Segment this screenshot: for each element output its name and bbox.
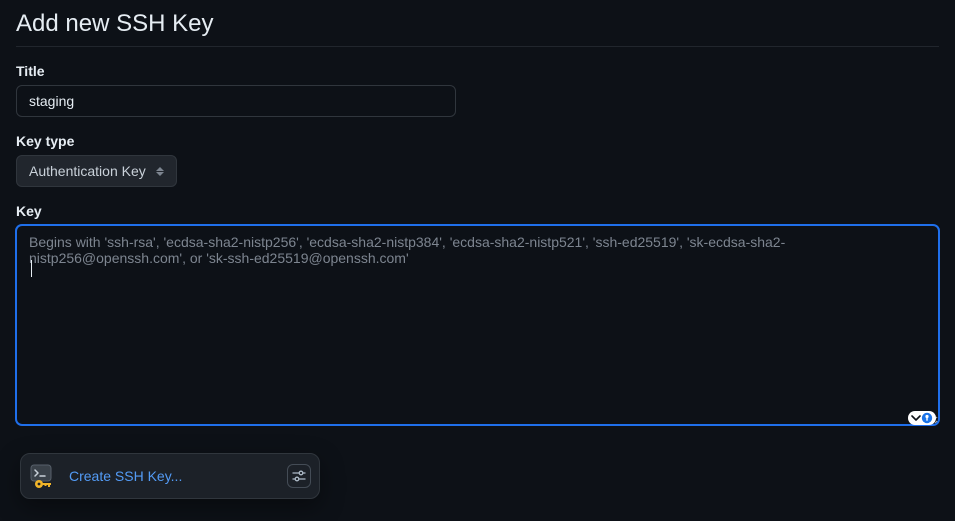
page-title: Add new SSH Key [16,10,939,47]
key-textarea[interactable] [16,225,939,425]
sliders-icon [292,469,306,483]
autocomplete-settings-button[interactable] [287,464,311,488]
title-group: Title [16,63,939,117]
key-type-group: Key type Authentication Key [16,133,939,187]
autocomplete-suggestion[interactable]: Create SSH Key... [20,453,320,499]
autocomplete-label: Create SSH Key... [69,468,182,484]
text-cursor [31,260,32,277]
key-group: Key [16,203,939,428]
key-type-select[interactable]: Authentication Key [16,155,177,187]
key-label: Key [16,203,939,219]
title-input[interactable] [16,85,456,117]
terminal-key-icon [29,462,57,490]
key-type-label: Key type [16,133,939,149]
select-caret-icon [156,167,164,176]
title-label: Title [16,63,939,79]
key-type-selected-value: Authentication Key [29,163,146,179]
